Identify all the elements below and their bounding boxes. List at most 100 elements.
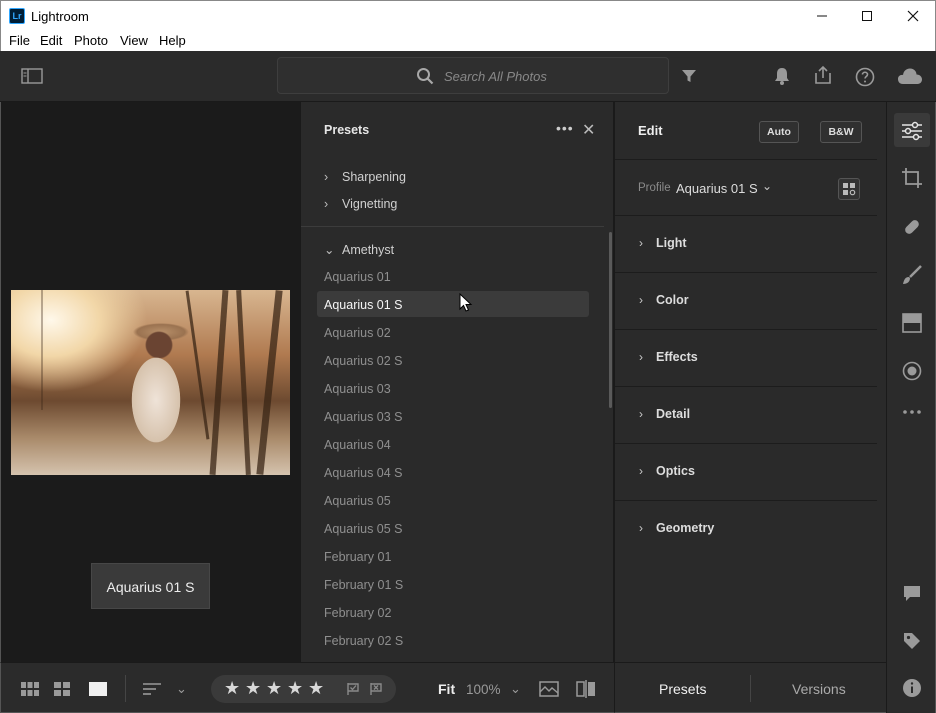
profile-row: Profile Aquarius 01 S ⌄ <box>615 159 877 216</box>
grid-large-icon[interactable] <box>53 681 71 700</box>
chevron-down-icon[interactable]: ⌄ <box>176 681 187 697</box>
crop-icon[interactable] <box>900 166 924 190</box>
linear-gradient-icon[interactable] <box>900 311 924 335</box>
star-icon[interactable]: ★ <box>266 678 282 699</box>
preset-item[interactable]: February 01 S <box>324 578 403 592</box>
menu-photo[interactable]: Photo <box>74 33 108 48</box>
photo-preview-area: Aquarius 01 S <box>0 102 300 662</box>
edit-title: Edit <box>638 123 663 138</box>
bottom-filmstrip-bar: ⌄ ★ ★ ★ ★ ★ Fit 100% ⌄ <box>0 662 614 713</box>
menu-edit[interactable]: Edit <box>40 33 62 48</box>
sort-icon[interactable] <box>142 682 162 699</box>
cloud-icon[interactable] <box>897 67 923 88</box>
chevron-right-icon: › <box>639 407 643 421</box>
preset-group-vignetting[interactable]: › Vignetting <box>324 197 397 211</box>
edit-panel: Edit Auto B&W Profile Aquarius 01 S ⌄ › L… <box>614 102 886 662</box>
preset-group-amethyst[interactable]: ⌄ Amethyst <box>324 242 394 257</box>
grid-small-icon[interactable] <box>20 681 40 700</box>
preset-item[interactable]: February 02 S <box>324 634 403 648</box>
grid-browse-icon <box>843 183 856 196</box>
help-icon[interactable] <box>855 67 875 90</box>
preset-item[interactable]: Aquarius 02 <box>324 326 391 340</box>
minimize-icon <box>817 15 827 17</box>
tab-presets[interactable]: Presets <box>659 681 706 697</box>
title-bar: Lr Lightroom <box>0 0 936 30</box>
presets-scrollbar[interactable] <box>609 232 612 408</box>
preset-item[interactable]: Aquarius 01 <box>324 270 391 284</box>
auto-button[interactable]: Auto <box>759 121 799 143</box>
section-optics[interactable]: › Optics <box>615 444 877 501</box>
presets-close-button[interactable]: ✕ <box>582 120 595 140</box>
comment-icon[interactable] <box>900 581 924 605</box>
chevron-down-icon[interactable]: ⌄ <box>762 179 772 193</box>
profile-label: Profile <box>638 182 671 194</box>
maximize-button[interactable] <box>844 1 890 31</box>
compare-split-icon[interactable] <box>576 680 596 701</box>
before-after-icon[interactable] <box>539 681 559 700</box>
fit-zoom-button[interactable]: Fit <box>438 681 455 697</box>
profile-dropdown[interactable]: Aquarius 01 S <box>676 181 758 196</box>
section-light[interactable]: › Light <box>615 216 877 273</box>
mouse-cursor-icon <box>459 293 473 312</box>
presets-more-button[interactable]: ••• <box>556 120 574 136</box>
search-icon <box>417 68 434 85</box>
menu-help[interactable]: Help <box>159 33 186 48</box>
preset-item[interactable]: February 02 <box>324 606 391 620</box>
preset-item[interactable]: Aquarius 03 S <box>324 410 403 424</box>
toggle-panel-icon[interactable] <box>21 68 43 87</box>
star-icon[interactable]: ★ <box>224 678 240 699</box>
preset-item[interactable]: February 01 <box>324 550 391 564</box>
brush-icon[interactable] <box>900 263 924 287</box>
search-input[interactable]: Search All Photos <box>444 69 547 84</box>
edit-sliders-icon[interactable] <box>900 119 924 143</box>
chevron-down-icon[interactable]: ⌄ <box>510 681 521 697</box>
preset-group-sharpening[interactable]: › Sharpening <box>324 170 406 184</box>
menu-file[interactable]: File <box>9 33 30 48</box>
more-tools-icon[interactable] <box>900 400 924 424</box>
preset-item[interactable]: Aquarius 05 S <box>324 522 403 536</box>
menu-view[interactable]: View <box>120 33 148 48</box>
healing-bandage-icon[interactable] <box>900 215 924 239</box>
divider <box>301 226 604 227</box>
bell-icon[interactable] <box>774 67 790 88</box>
zoom-level[interactable]: 100% <box>466 682 501 697</box>
section-geometry[interactable]: › Geometry <box>615 501 877 558</box>
filter-icon[interactable] <box>681 68 697 87</box>
radial-gradient-icon[interactable] <box>900 359 924 383</box>
preset-item[interactable]: Aquarius 04 S <box>324 466 403 480</box>
profile-browser-button[interactable] <box>838 178 860 200</box>
window-title: Lightroom <box>31 9 89 24</box>
flag-pick-icon[interactable] <box>346 682 360 696</box>
chevron-right-icon: › <box>639 464 643 478</box>
chevron-right-icon: › <box>639 521 643 535</box>
share-icon[interactable] <box>813 65 833 88</box>
star-icon[interactable]: ★ <box>287 678 303 699</box>
star-icon[interactable]: ★ <box>308 678 324 699</box>
single-photo-view-icon[interactable] <box>88 681 108 700</box>
right-tool-rail <box>886 102 936 713</box>
star-icon[interactable]: ★ <box>245 678 261 699</box>
tab-versions[interactable]: Versions <box>792 681 846 697</box>
close-icon <box>907 10 919 22</box>
search-box[interactable]: Search All Photos <box>277 57 669 94</box>
photo-preview-image[interactable] <box>11 290 290 475</box>
info-icon[interactable] <box>900 676 924 700</box>
section-effects[interactable]: › Effects <box>615 330 877 387</box>
star-rating[interactable]: ★ ★ ★ ★ ★ <box>211 675 396 703</box>
preset-item[interactable]: Aquarius 04 <box>324 438 391 452</box>
bw-button[interactable]: B&W <box>820 121 862 143</box>
section-color[interactable]: › Color <box>615 273 877 330</box>
section-detail[interactable]: › Detail <box>615 387 877 444</box>
minimize-button[interactable] <box>799 1 845 31</box>
preset-preview-label: Aquarius 01 S <box>91 563 210 609</box>
flag-reject-icon[interactable] <box>369 682 383 696</box>
maximize-icon <box>862 11 872 21</box>
preset-item[interactable]: Aquarius 05 <box>324 494 391 508</box>
preset-item[interactable]: Aquarius 02 S <box>324 354 403 368</box>
preset-item-selected[interactable]: Aquarius 01 S <box>324 298 403 312</box>
chevron-right-icon: › <box>639 236 643 250</box>
presets-title: Presets <box>324 123 370 137</box>
close-window-button[interactable] <box>890 1 936 31</box>
preset-item[interactable]: Aquarius 03 <box>324 382 391 396</box>
tag-icon[interactable] <box>900 629 924 653</box>
